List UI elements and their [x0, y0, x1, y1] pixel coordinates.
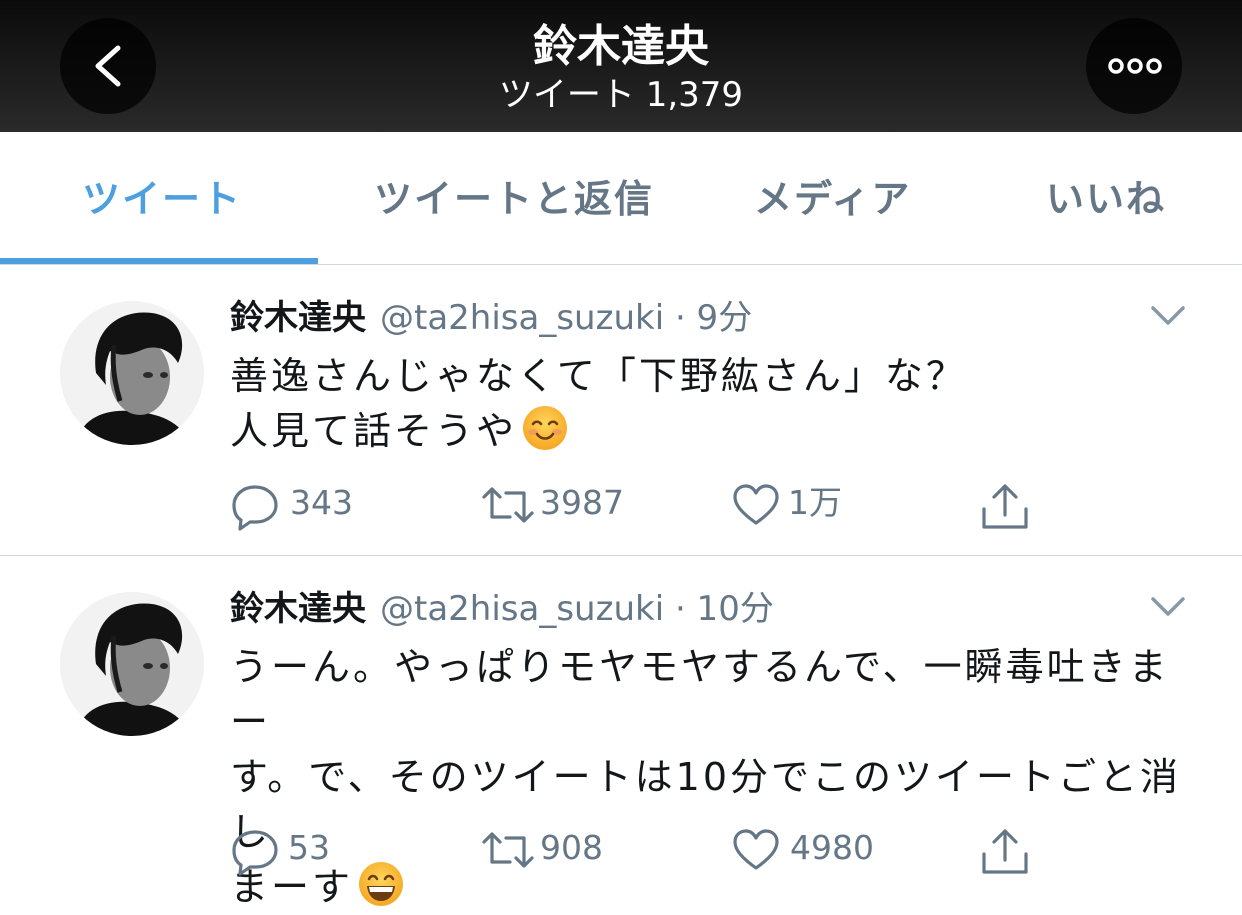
tweet-line-with-emoji: 人見て話そうや	[230, 404, 1190, 459]
reply-icon	[232, 830, 278, 876]
tweet-text: 善逸さんじゃなくて「下野紘さん」な？ 人見て話そうや	[230, 349, 1190, 459]
tweet-line: うーん。やっぱりモヤモヤするんで、一瞬毒吐きまー	[230, 645, 1170, 744]
tweet-card[interactable]: 鈴木達央 @ta2hisa_suzuki · 9分 善逸さんじゃなくて「下野紘さん…	[0, 265, 1242, 556]
author-name[interactable]: 鈴木達央	[230, 298, 366, 338]
smiling-face-icon	[523, 406, 568, 450]
profile-tabs: ツイート ツイートと返信 メディア いいね	[0, 132, 1242, 265]
like-count: 1万	[788, 483, 842, 522]
tweet-line: 善逸さんじゃなくて「下野紘さん」な？	[230, 354, 967, 398]
tweet-card[interactable]: 鈴木達央 @ta2hisa_suzuki · 10分 うーん。やっぱりモヤモヤする…	[0, 556, 1242, 909]
tweet-line: 人見て話そうや	[230, 409, 518, 453]
like-count: 4980	[790, 828, 874, 867]
more-options-button[interactable]	[1086, 18, 1182, 114]
avatar[interactable]	[60, 301, 204, 445]
profile-header: 鈴木達央 ツイート 1,379	[0, 0, 1242, 132]
tab-media[interactable]: メディア	[754, 174, 911, 224]
tweet-count: ツイート 1,379	[498, 75, 744, 115]
tweet-actions: 53 908 4980	[230, 824, 1130, 876]
more-dots-icon	[1108, 58, 1162, 74]
reply-count: 343	[290, 483, 353, 522]
author-handle-time[interactable]: @ta2hisa_suzuki · 9分	[380, 298, 752, 338]
heart-icon	[733, 484, 779, 525]
retweet-icon	[482, 487, 534, 523]
avatar-image	[60, 592, 204, 736]
tweet-actions: 343 3987 1万	[230, 479, 1130, 531]
tweet-header: 鈴木達央 @ta2hisa_suzuki · 10分	[230, 586, 774, 632]
author-name[interactable]: 鈴木達央	[230, 589, 366, 629]
profile-name: 鈴木達央	[533, 21, 709, 72]
share-icon	[982, 829, 1028, 874]
retweet-count: 908	[540, 828, 603, 867]
retweet-icon	[482, 832, 534, 868]
chevron-down-icon[interactable]	[1150, 596, 1186, 618]
retweet-count: 3987	[540, 483, 624, 522]
avatar[interactable]	[60, 592, 204, 736]
avatar-image	[60, 301, 204, 445]
reply-icon	[232, 485, 278, 531]
tweet-header: 鈴木達央 @ta2hisa_suzuki · 9分	[230, 295, 752, 341]
tab-likes[interactable]: いいね	[1046, 174, 1166, 224]
tab-tweets[interactable]: ツイート	[82, 174, 242, 224]
heart-icon	[733, 829, 779, 870]
share-icon	[982, 484, 1028, 529]
tab-tweets-and-replies[interactable]: ツイートと返信	[374, 174, 654, 224]
active-tab-indicator	[0, 258, 318, 264]
author-handle-time[interactable]: @ta2hisa_suzuki · 10分	[380, 589, 774, 629]
chevron-down-icon[interactable]	[1150, 305, 1186, 327]
reply-count: 53	[288, 828, 330, 867]
